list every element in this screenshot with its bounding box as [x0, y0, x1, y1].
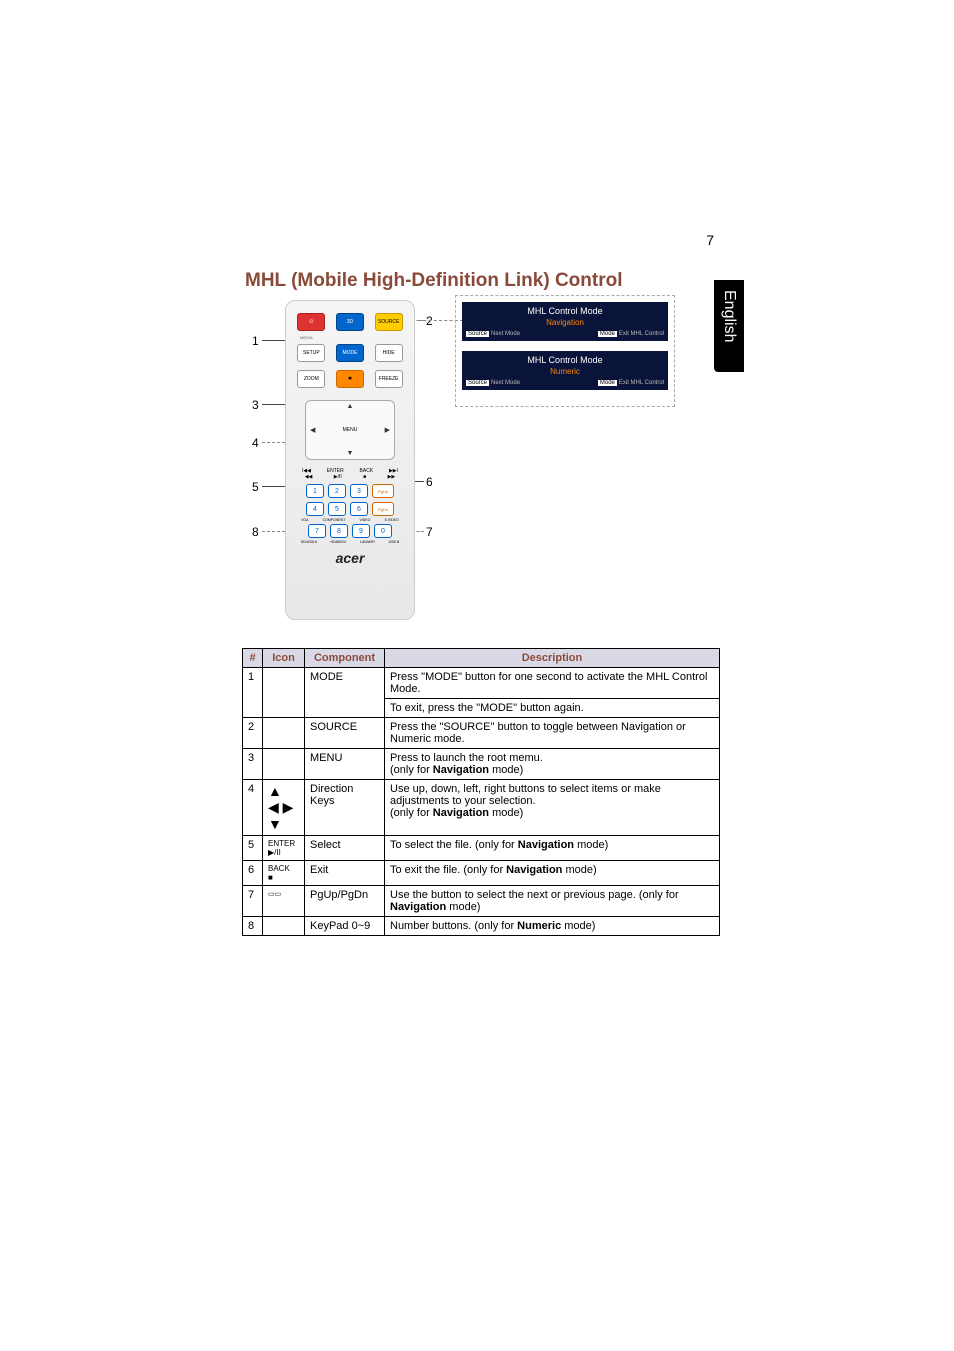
acer-logo: acer — [286, 550, 414, 566]
callout-8: 8 — [252, 525, 259, 539]
threed-button: 3D — [336, 313, 364, 331]
osd-nav-label: Navigation — [466, 318, 664, 327]
mode-button: MODE — [336, 344, 364, 362]
pgup-button: PgUp — [372, 484, 394, 498]
table-row: 3 MENU Press to launch the root memu.(on… — [243, 749, 720, 780]
power-button: ⏻ — [297, 313, 325, 331]
remote-body: ⏻ 3D SOURCE MEDIA SETUP MODE HIDE ZOOM ✱… — [285, 300, 415, 620]
callout-1: 1 — [252, 334, 259, 348]
page-number: 7 — [706, 232, 714, 248]
callout-2: 2 — [426, 314, 433, 328]
source-button: SOURCE — [375, 313, 403, 331]
key-9: 9 — [352, 524, 370, 538]
table-row: 1 MODE Press "MODE" button for one secon… — [243, 668, 720, 699]
enter-sym: ▶/II — [334, 474, 342, 480]
zoom-button: ZOOM — [297, 370, 325, 388]
back-sym: ■ — [363, 474, 366, 480]
dpad-up-icon: ▲ — [347, 403, 354, 410]
th-num: # — [243, 649, 263, 668]
remote-diagram: 1 3 4 5 8 2 6 7 ⏻ 3D SOURCE MEDIA SETUP … — [240, 300, 680, 640]
key-2: 2 — [328, 484, 346, 498]
callout-5: 5 — [252, 480, 259, 494]
table-row: 2 SOURCE Press the "SOURCE" button to to… — [243, 718, 720, 749]
key-7: 7 — [308, 524, 326, 538]
pgup-pgdn-icon: ▭▭ — [268, 891, 281, 898]
callout-6: 6 — [426, 475, 433, 489]
osd-group: MHL Control Mode Navigation SourceNext M… — [455, 295, 675, 407]
center-orange-button: ✱ — [336, 370, 364, 388]
page-title: MHL (Mobile High-Definition Link) Contro… — [245, 270, 622, 292]
key-8: 8 — [330, 524, 348, 538]
osd-title-1: MHL Control Mode — [466, 306, 664, 316]
language-tab: English — [714, 280, 744, 372]
back-label: BACK — [360, 468, 374, 474]
pgdn-button: PgDn — [372, 502, 394, 516]
key-3: 3 — [350, 484, 368, 498]
osd-numeric-label: Numeric — [466, 367, 664, 376]
dpad: ▲ ▼ ◀ ▶ MENU — [305, 400, 395, 460]
table-row: 5 ENTER▶/II Select To select the file. (… — [243, 836, 720, 861]
setup-button: SETUP — [297, 344, 325, 362]
dpad-icon: ▲◀ ▶▼ — [268, 783, 299, 832]
freeze-button: FREEZE — [375, 370, 403, 388]
dpad-down-icon: ▼ — [347, 450, 354, 457]
th-icon: Icon — [263, 649, 305, 668]
table-row: 6 BACK■ Exit To exit the file. (only for… — [243, 861, 720, 886]
callout-4: 4 — [252, 436, 259, 450]
table-row: 7 ▭▭ PgUp/PgDn Use the button to select … — [243, 886, 720, 917]
key-6: 6 — [350, 502, 368, 516]
component-table: # Icon Component Description 1 MODE Pres… — [242, 648, 720, 936]
key-4: 4 — [306, 502, 324, 516]
th-component: Component — [305, 649, 385, 668]
key-0: 0 — [374, 524, 392, 538]
hide-button: HIDE — [375, 344, 403, 362]
table-row: 4 ▲◀ ▶▼ Direction Keys Use up, down, lef… — [243, 780, 720, 836]
callout-7: 7 — [426, 525, 433, 539]
th-description: Description — [385, 649, 720, 668]
osd-navigation: MHL Control Mode Navigation SourceNext M… — [462, 302, 668, 341]
key-1: 1 — [306, 484, 324, 498]
callout-3: 3 — [252, 398, 259, 412]
key-5: 5 — [328, 502, 346, 516]
osd-title-2: MHL Control Mode — [466, 355, 664, 365]
osd-numeric: MHL Control Mode Numeric SourceNext Mode… — [462, 351, 668, 390]
table-row: 8 KeyPad 0~9 Number buttons. (only for N… — [243, 917, 720, 936]
dpad-menu-label: MENU — [306, 427, 394, 433]
